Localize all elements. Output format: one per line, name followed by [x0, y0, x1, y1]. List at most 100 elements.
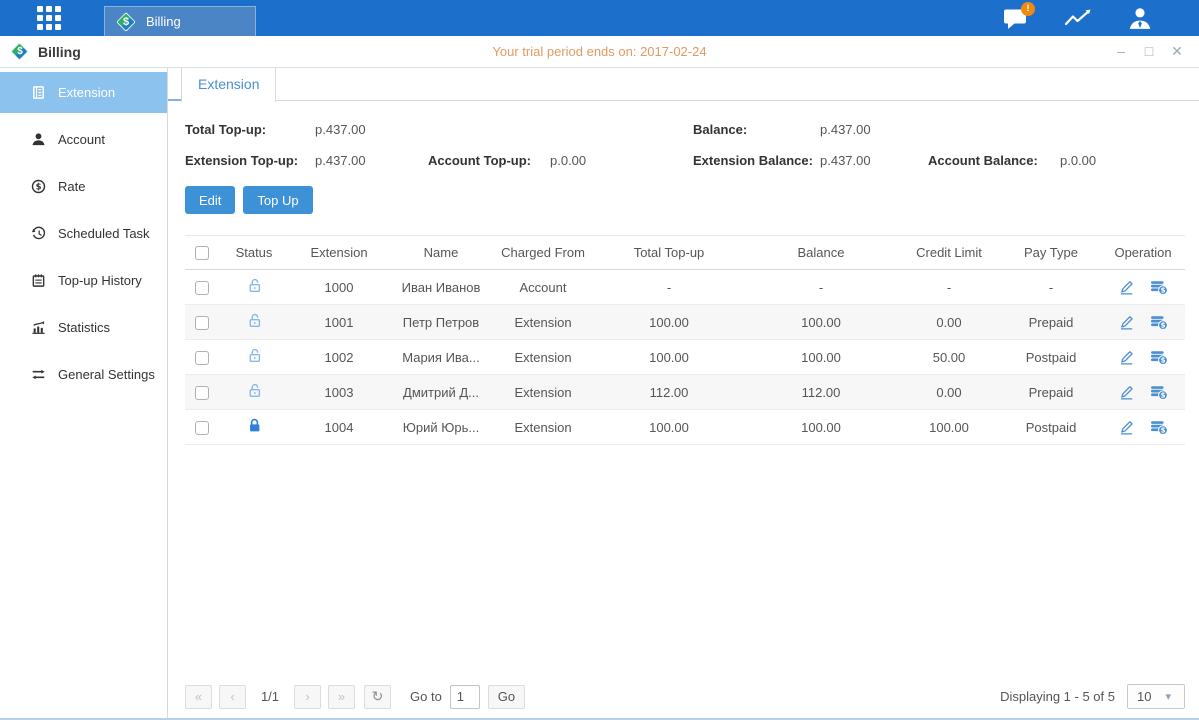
- tab-extension[interactable]: Extension: [181, 68, 276, 102]
- extensions-table: StatusExtensionNameCharged FromTotal Top…: [185, 235, 1185, 445]
- person-icon: [30, 132, 46, 148]
- column-header-name: Name: [389, 245, 493, 260]
- refresh-icon[interactable]: ↻: [364, 685, 391, 709]
- cell-balance: 100.00: [745, 315, 897, 330]
- cell-total-topup: 100.00: [593, 315, 745, 330]
- edit-button[interactable]: Edit: [185, 186, 235, 214]
- unlocked-icon: [246, 347, 263, 364]
- locked-icon: [246, 417, 263, 434]
- prev-page-button[interactable]: ‹: [219, 685, 246, 709]
- cell-total-topup: -: [593, 280, 745, 295]
- cell-total-topup: 100.00: [593, 350, 745, 365]
- account-balance-value: p.0.00: [1060, 153, 1185, 168]
- user-account-icon[interactable]: [1127, 6, 1153, 31]
- row-checkbox[interactable]: [195, 386, 209, 400]
- trial-notice: Your trial period ends on: 2017-02-24: [0, 44, 1199, 59]
- cell-charged-from: Extension: [493, 350, 593, 365]
- edit-pencil-icon[interactable]: [1118, 279, 1135, 296]
- last-page-button[interactable]: »: [328, 685, 355, 709]
- top-up-coins-icon[interactable]: $: [1150, 419, 1168, 435]
- sidebar-item-label: Statistics: [58, 320, 110, 335]
- edit-pencil-icon[interactable]: [1118, 419, 1135, 436]
- apps-grid-icon[interactable]: [37, 6, 61, 30]
- sidebar-item-label: Rate: [58, 179, 85, 194]
- minimize-icon[interactable]: –: [1113, 43, 1129, 60]
- edit-pencil-icon[interactable]: [1118, 314, 1135, 331]
- svg-text:$: $: [1161, 287, 1166, 295]
- edit-pencil-icon[interactable]: [1118, 349, 1135, 366]
- cell-name: Иван Иванов: [389, 280, 493, 295]
- table-row: 1001Петр ПетровExtension100.00100.000.00…: [185, 305, 1185, 340]
- maximize-icon[interactable]: □: [1141, 43, 1157, 60]
- cell-balance: 100.00: [745, 420, 897, 435]
- sidebar-item-label: Account: [58, 132, 105, 147]
- sidebar: Extension Account $Rate Scheduled Task Top-u…: [0, 68, 168, 718]
- balance-value: p.437.00: [820, 122, 928, 137]
- cell-pay-type: Prepaid: [1001, 315, 1101, 330]
- table-row: 1002Мария Ива...Extension100.00100.0050.…: [185, 340, 1185, 375]
- cell-name: Дмитрий Д...: [389, 385, 493, 400]
- top-up-coins-icon[interactable]: $: [1150, 384, 1168, 400]
- cell-name: Петр Петров: [389, 315, 493, 330]
- cell-credit-limit: 0.00: [897, 315, 1001, 330]
- messages-icon[interactable]: !: [1003, 7, 1029, 30]
- unlocked-icon: [246, 382, 263, 399]
- reports-chart-icon[interactable]: [1064, 7, 1092, 30]
- sidebar-item-account[interactable]: Account: [0, 119, 167, 160]
- total-topup-label: Total Top-up:: [185, 122, 315, 137]
- go-button[interactable]: Go: [488, 685, 525, 709]
- top-up-coins-icon[interactable]: $: [1150, 279, 1168, 295]
- window-title-bar: $ Billing Your trial period ends on: 201…: [0, 36, 1199, 68]
- cell-extension: 1001: [289, 315, 389, 330]
- extension-topup-value: p.437.00: [315, 153, 428, 168]
- sidebar-item-general-settings[interactable]: General Settings: [0, 354, 167, 395]
- sliders-icon: [30, 367, 46, 383]
- first-page-button[interactable]: «: [185, 685, 212, 709]
- bar-chart-icon: [30, 320, 46, 336]
- sidebar-item-label: Extension: [58, 85, 115, 100]
- top-up-coins-icon[interactable]: $: [1150, 314, 1168, 330]
- page-size-select[interactable]: 10 ▾: [1127, 684, 1185, 709]
- displaying-count: Displaying 1 - 5 of 5: [1000, 689, 1115, 704]
- billing-app-tab[interactable]: $ Billing: [104, 6, 256, 36]
- edit-pencil-icon[interactable]: [1118, 384, 1135, 401]
- close-icon[interactable]: ✕: [1169, 43, 1185, 60]
- svg-text:$: $: [1161, 392, 1166, 400]
- cell-pay-type: Postpaid: [1001, 420, 1101, 435]
- row-checkbox[interactable]: [195, 421, 209, 435]
- cell-credit-limit: 100.00: [897, 420, 1001, 435]
- chevron-down-icon: ▾: [1165, 690, 1171, 703]
- sidebar-item-rate[interactable]: $Rate: [0, 166, 167, 207]
- cell-name: Мария Ива...: [389, 350, 493, 365]
- cell-total-topup: 112.00: [593, 385, 745, 400]
- sidebar-item-top-up-history[interactable]: Top-up History: [0, 260, 167, 301]
- account-balance-label: Account Balance:: [928, 153, 1060, 168]
- cell-balance: -: [745, 280, 897, 295]
- table-row: 1000Иван ИвановAccount----$: [185, 270, 1185, 305]
- svg-text:$: $: [1161, 322, 1166, 330]
- cell-name: Юрий Юрь...: [389, 420, 493, 435]
- sidebar-item-statistics[interactable]: Statistics: [0, 307, 167, 348]
- ledger-icon: [30, 85, 46, 101]
- notepad-icon: [30, 273, 46, 289]
- goto-page-input[interactable]: [450, 685, 480, 709]
- next-page-button[interactable]: ›: [294, 685, 321, 709]
- notification-badge: !: [1021, 2, 1035, 16]
- column-header-status: Status: [219, 245, 289, 260]
- pagination-bar: « ‹ 1/1 › » ↻ Go to Go Displaying 1 - 5 …: [185, 684, 1185, 709]
- cell-pay-type: Prepaid: [1001, 385, 1101, 400]
- sidebar-item-scheduled-task[interactable]: Scheduled Task: [0, 213, 167, 254]
- cell-total-topup: 100.00: [593, 420, 745, 435]
- row-checkbox[interactable]: [195, 281, 209, 295]
- top-up-button[interactable]: Top Up: [243, 186, 312, 214]
- sidebar-item-extension[interactable]: Extension: [0, 72, 167, 113]
- cell-extension: 1004: [289, 420, 389, 435]
- page-indicator: 1/1: [253, 689, 287, 704]
- top-up-coins-icon[interactable]: $: [1150, 349, 1168, 365]
- row-checkbox[interactable]: [195, 316, 209, 330]
- column-header-credit-limit: Credit Limit: [897, 245, 1001, 260]
- select-all-checkbox[interactable]: [195, 246, 209, 260]
- row-checkbox[interactable]: [195, 351, 209, 365]
- billing-app-tab-label: Billing: [146, 14, 181, 29]
- sidebar-item-label: General Settings: [58, 367, 155, 382]
